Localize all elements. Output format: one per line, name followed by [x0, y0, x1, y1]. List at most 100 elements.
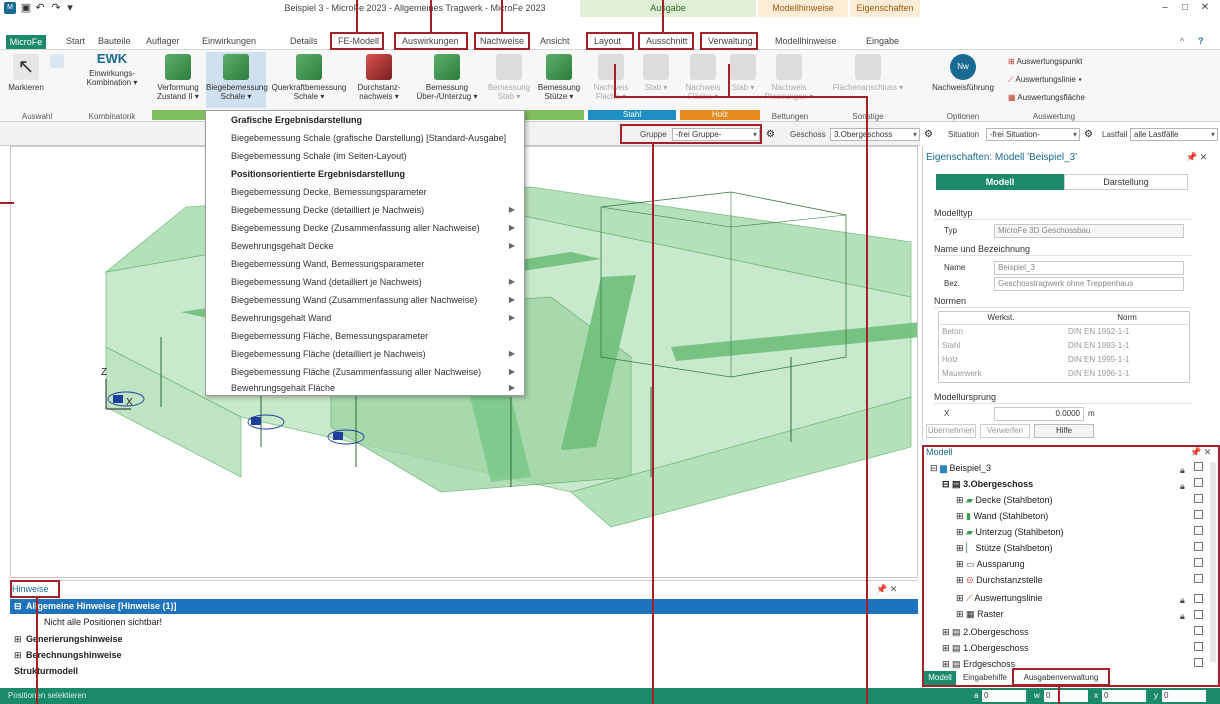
einwirkungs-kombination-button[interactable]: EWK Einwirkungs- Kombination ▾	[76, 52, 148, 87]
properties-pin-close-icon[interactable]: 📌 ✕	[1186, 152, 1207, 163]
save-icon[interactable]: ▣	[20, 2, 32, 14]
gruppe-settings-icon[interactable]: ⚙	[766, 128, 775, 141]
menu-item[interactable]: Biegebemessung Wand (Zusammenfassung all…	[205, 291, 523, 309]
hint-row[interactable]: ⊟ Allgemeine Hinweise [Hinweise (1)]	[10, 599, 918, 614]
visibility-checkbox[interactable]	[1194, 558, 1203, 567]
visibility-checkbox[interactable]	[1194, 462, 1203, 471]
menu-item[interactable]: Bewehrungsgehalt Decke ▶	[205, 237, 523, 255]
microfe-app-icon[interactable]: M	[4, 2, 16, 14]
lock-icon[interactable]: 🔒︎	[1180, 478, 1185, 494]
visibility-checkbox[interactable]	[1194, 626, 1203, 635]
hilfe-button[interactable]: Hilfe	[1034, 424, 1094, 438]
visibility-checkbox[interactable]	[1194, 574, 1203, 583]
bez-field[interactable]: Geschosstragwerk ohne Treppenhaus	[994, 277, 1184, 291]
hint-row[interactable]: ⊞ Generierungshinweise	[10, 632, 918, 647]
tree-item[interactable]: ⊞ ▏ Stütze (Stahlbeton)	[928, 540, 1218, 556]
querkraftbemessung-button[interactable]: Querkraftbemessung Schale ▾	[268, 54, 350, 101]
status-x-field[interactable]: 0	[1102, 690, 1146, 702]
bemessung-stuetze-button[interactable]: Bemessung Stütze ▾	[534, 54, 584, 101]
tree-item[interactable]: ⊞ ▦ Raster	[928, 606, 1218, 622]
tab-eingabe[interactable]: Eingabe	[866, 34, 899, 48]
auswertungslinie-button[interactable]: ⟋ Auswertungslinie ▾	[1008, 74, 1082, 85]
tree-item[interactable]: ⊞ ⊝ Durchstanzstelle	[928, 572, 1218, 588]
lock-icon[interactable]: 🔒︎	[1180, 608, 1185, 624]
redo-icon[interactable]: ↷	[50, 2, 62, 14]
hint-row[interactable]: Nicht alle Positionen sichtbar!	[10, 615, 918, 630]
pressungen-button[interactable]: Nachweis Pressungen ▾	[764, 54, 814, 101]
tree-item[interactable]: ⊞ ⟋ Auswertungslinie	[928, 590, 1218, 606]
nachweis-flaeche-stahl-button[interactable]: Nachweis Fläche ▾	[588, 54, 634, 101]
menu-item[interactable]: Biegebemessung Decke (Zusammenfassung al…	[205, 219, 523, 237]
menu-item[interactable]: Biegebemessung Wand (detailliert je Nach…	[205, 273, 523, 291]
status-w-field[interactable]: 0	[1044, 690, 1088, 702]
status-a-field[interactable]: 0	[982, 690, 1026, 702]
tree-item[interactable]: ⊞ ▮ Wand (Stahlbeton)	[928, 508, 1218, 524]
tab-ansicht[interactable]: Ansicht	[540, 34, 570, 48]
visibility-checkbox[interactable]	[1194, 594, 1203, 603]
menu-item[interactable]: Biegebemessung Decke, Bemessungsparamete…	[205, 183, 523, 201]
bemessung-unterzug-button[interactable]: Bemessung Über-/Unterzug ▾	[410, 54, 484, 101]
customize-toolbar-icon[interactable]: ▾	[64, 2, 76, 14]
geschoss-select[interactable]: 3.Obergeschoss	[830, 128, 920, 141]
section-modelltyp[interactable]: Modelltyp	[934, 206, 1192, 220]
selection-tools[interactable]	[46, 54, 68, 71]
tab-bauteile[interactable]: Bauteile	[98, 34, 131, 48]
minimize-icon[interactable]: –	[1158, 2, 1172, 14]
menu-item[interactable]: Biegebemessung Decke (detailliert je Nac…	[205, 201, 523, 219]
name-field[interactable]: Beispiel_3	[994, 261, 1184, 275]
uebernehmen-button[interactable]: Übernehmen	[926, 424, 976, 438]
hint-row[interactable]: Strukturmodell	[10, 664, 918, 679]
hint-row[interactable]: ⊞ Berechnungshinweise	[10, 648, 918, 663]
biegebemessung-schale-button[interactable]: Biegebemessung Schale ▾	[206, 52, 268, 108]
tab-modellhinweise[interactable]: Modellhinweise	[775, 34, 837, 48]
geschoss-settings-icon[interactable]: ⚙	[924, 128, 933, 141]
visibility-checkbox[interactable]	[1194, 510, 1203, 519]
visibility-checkbox[interactable]	[1194, 494, 1203, 503]
bemessung-stab-button[interactable]: Bemessung Stab ▾	[486, 54, 532, 101]
section-modellursprung[interactable]: Modellursprung	[934, 390, 1192, 404]
status-y-field[interactable]: 0	[1162, 690, 1206, 702]
nachweis-flaeche-holz-button[interactable]: Nachweis Fläche ▾	[680, 54, 726, 101]
visibility-checkbox[interactable]	[1194, 642, 1203, 651]
menu-item[interactable]: Biegebemessung Fläche (Zusammenfassung a…	[205, 363, 523, 381]
hinweise-pin-close-icon[interactable]: 📌 ✕	[876, 584, 897, 595]
menu-item[interactable]: Biegebemessung Schale (im Seiten-Layout)	[205, 147, 523, 165]
durchstanznachweis-button[interactable]: Durchstanz- nachweis ▾	[350, 54, 408, 101]
visibility-checkbox[interactable]	[1194, 526, 1203, 535]
visibility-checkbox[interactable]	[1194, 478, 1203, 487]
maximize-icon[interactable]: □	[1178, 2, 1192, 14]
tab-einwirkungen[interactable]: Einwirkungen	[202, 34, 256, 48]
visibility-checkbox[interactable]	[1194, 542, 1203, 551]
visibility-checkbox[interactable]	[1194, 658, 1203, 667]
lastfall-select[interactable]: alle Lastfälle	[1130, 128, 1218, 141]
verwerfen-button[interactable]: Verwerfen	[980, 424, 1030, 438]
menu-item[interactable]: Biegebemessung Fläche, Bemessungsparamet…	[205, 327, 523, 345]
auswertungspunkt-button[interactable]: ⊞ Auswertungspunkt	[1008, 56, 1082, 67]
lock-icon[interactable]: 🔒︎	[1180, 592, 1185, 608]
stab-stahl-button[interactable]: Stab ▾	[636, 54, 676, 92]
tab-auflager[interactable]: Auflager	[146, 34, 180, 48]
situation-settings-icon[interactable]: ⚙	[1084, 128, 1093, 141]
tree-item[interactable]: ⊞ ▤ 1.Obergeschoss	[928, 640, 1218, 656]
tab-props-modell[interactable]: Modell	[936, 174, 1064, 190]
markieren-button[interactable]: ↖ Markieren	[4, 54, 48, 92]
nachweisfuehrung-button[interactable]: Nw Nachweisführung	[924, 54, 1002, 92]
auswertungsflaeche-button[interactable]: ▦ Auswertungsfläche	[1008, 92, 1085, 103]
visibility-checkbox[interactable]	[1194, 610, 1203, 619]
x-origin-field[interactable]: 0.0000	[994, 407, 1084, 421]
lock-icon[interactable]: 🔒︎	[1180, 462, 1185, 478]
model-pin-close-icon[interactable]: 📌 ✕	[1190, 447, 1211, 458]
section-normen[interactable]: Normen	[934, 294, 1192, 308]
menu-item[interactable]: Biegebemessung Fläche (detailliert je Na…	[205, 345, 523, 363]
situation-select[interactable]: -frei Situation-	[986, 128, 1080, 141]
collapse-ribbon-icon[interactable]: ^	[1180, 34, 1184, 48]
tree-item[interactable]: ⊟ ▆ Beispiel_3	[928, 460, 1218, 476]
tree-item[interactable]: ⊞ ▭ Aussparung	[928, 556, 1218, 572]
tree-scrollbar[interactable]	[1210, 462, 1216, 662]
close-icon[interactable]: ✕	[1198, 2, 1212, 14]
stab-holz-button[interactable]: Stab ▾	[726, 54, 760, 92]
tree-item[interactable]: ⊞ ▰ Decke (Stahlbeton)	[928, 492, 1218, 508]
help-icon[interactable]: ?	[1198, 34, 1204, 48]
undo-icon[interactable]: ↶	[34, 2, 46, 14]
tab-props-darstellung[interactable]: Darstellung	[1064, 174, 1188, 190]
